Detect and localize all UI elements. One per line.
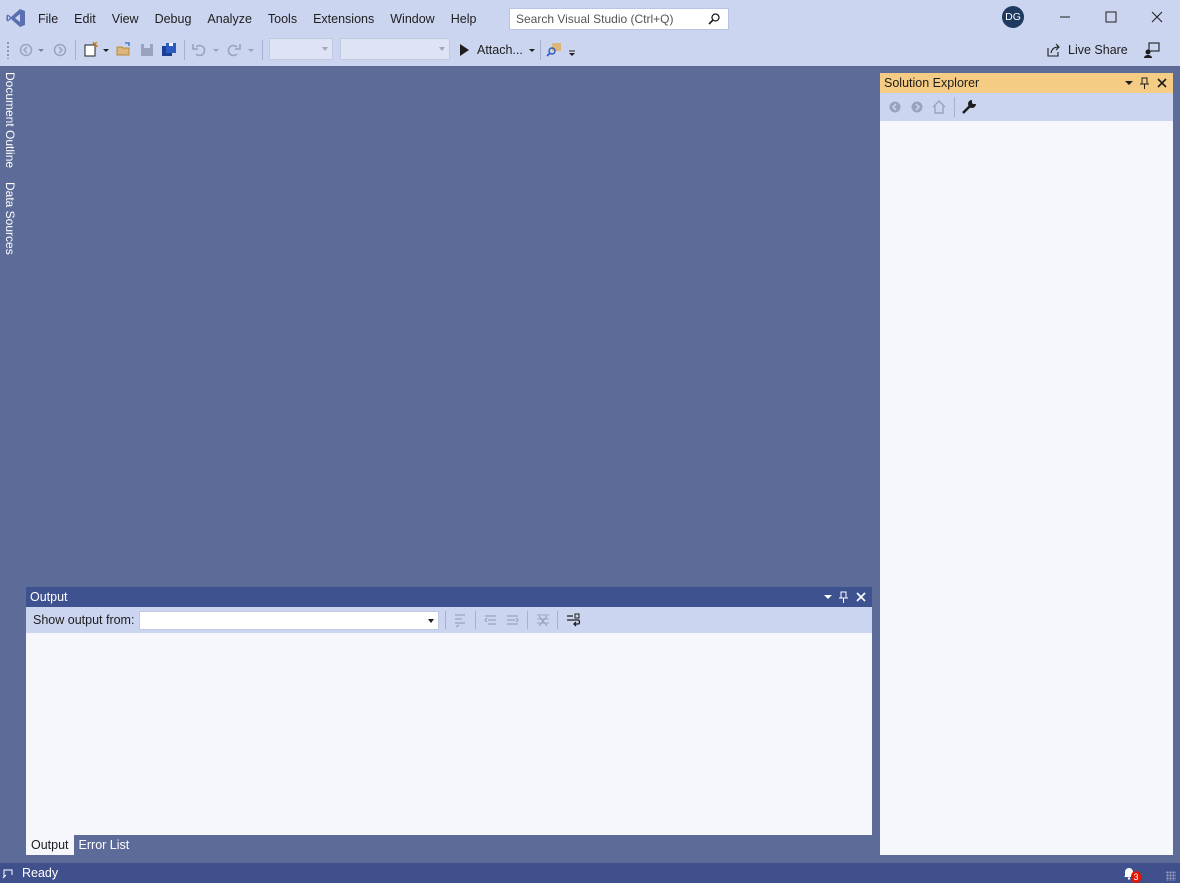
navigate-forward-icon[interactable]	[51, 41, 69, 59]
output-source-select[interactable]	[139, 611, 439, 630]
output-header: Output	[26, 587, 872, 607]
live-share-label: Live Share	[1068, 43, 1128, 57]
notifications-button[interactable]: 3	[1122, 865, 1146, 883]
back-icon[interactable]	[886, 98, 904, 116]
maximize-icon[interactable]	[1100, 6, 1122, 28]
close-icon[interactable]	[1155, 76, 1169, 90]
new-project-icon[interactable]	[82, 41, 100, 59]
resize-grip[interactable]	[1166, 871, 1176, 881]
tab-output[interactable]: Output	[26, 835, 74, 855]
toolbar-separator	[540, 40, 541, 60]
toolbar-separator	[262, 40, 263, 60]
menu-file[interactable]: File	[30, 10, 66, 28]
output-panel: Output Show output from:	[26, 587, 872, 835]
menu-analyze[interactable]: Analyze	[199, 10, 259, 28]
menu-debug[interactable]: Debug	[147, 10, 200, 28]
status-icon	[2, 869, 13, 879]
menu-edit[interactable]: Edit	[66, 10, 104, 28]
next-message-icon[interactable]	[504, 611, 522, 629]
output-title: Output	[30, 590, 68, 604]
redo-icon[interactable]	[225, 41, 243, 59]
find-in-files-icon[interactable]	[546, 41, 564, 59]
toolbar-separator	[184, 40, 185, 60]
attach-label: Attach...	[477, 43, 523, 57]
properties-wrench-icon[interactable]	[960, 98, 978, 116]
search-icon	[708, 13, 720, 25]
minimize-icon[interactable]	[1054, 6, 1076, 28]
toolbar-grip[interactable]	[6, 41, 10, 59]
live-share-button[interactable]: Live Share	[1046, 40, 1128, 60]
toolbar-separator	[475, 611, 476, 629]
menu-tools[interactable]: Tools	[260, 10, 305, 28]
undo-icon[interactable]	[190, 41, 208, 59]
window-position-icon[interactable]	[821, 590, 835, 604]
tab-document-outline[interactable]: Document Outline	[3, 72, 17, 168]
notification-count-badge: 3	[1131, 871, 1141, 883]
solution-explorer-header: Solution Explorer	[880, 73, 1173, 93]
title-bar: File Edit View Debug Analyze Tools Exten…	[0, 0, 1180, 36]
save-all-icon[interactable]	[160, 41, 178, 59]
status-bar: Ready 3	[0, 863, 1180, 883]
solution-explorer-title: Solution Explorer	[884, 76, 980, 90]
standard-toolbar: Attach... Live Share	[0, 36, 1180, 66]
pin-icon[interactable]	[837, 590, 851, 604]
clear-all-icon[interactable]	[534, 611, 552, 629]
chevron-down-icon[interactable]	[101, 41, 111, 59]
visual-studio-logo-icon[interactable]	[6, 8, 26, 28]
user-avatar[interactable]: DG	[1002, 6, 1024, 28]
menu-help[interactable]: Help	[443, 10, 485, 28]
chevron-down-icon[interactable]	[36, 41, 46, 59]
chevron-down-icon[interactable]	[211, 41, 221, 59]
menu-view[interactable]: View	[104, 10, 147, 28]
menu-extensions[interactable]: Extensions	[305, 10, 382, 28]
tab-error-list[interactable]: Error List	[74, 835, 135, 855]
output-toolbar: Show output from:	[26, 607, 872, 633]
solution-platform-select[interactable]	[340, 38, 450, 60]
solution-explorer-toolbar	[880, 93, 1173, 121]
previous-message-icon[interactable]	[482, 611, 500, 629]
close-window-icon[interactable]	[1146, 6, 1168, 28]
search-placeholder: Search Visual Studio (Ctrl+Q)	[516, 12, 674, 26]
home-icon[interactable]	[930, 98, 948, 116]
share-icon	[1047, 43, 1060, 57]
window-position-icon[interactable]	[1122, 76, 1136, 90]
toolbar-separator	[445, 611, 446, 629]
status-text: Ready	[22, 866, 59, 880]
search-input[interactable]: Search Visual Studio (Ctrl+Q)	[509, 8, 729, 30]
toggle-word-wrap-icon[interactable]	[564, 611, 582, 629]
menu-window[interactable]: Window	[382, 10, 442, 28]
close-icon[interactable]	[854, 590, 868, 604]
open-file-icon[interactable]	[115, 41, 133, 59]
chevron-down-icon[interactable]	[246, 41, 256, 59]
save-icon[interactable]	[138, 41, 156, 59]
solution-explorer-panel: Solution Explorer	[880, 73, 1173, 855]
find-message-in-code-icon[interactable]	[452, 611, 470, 629]
toolbar-options-icon[interactable]	[567, 41, 577, 59]
chevron-down-icon[interactable]	[527, 41, 537, 59]
menu-bar: File Edit View Debug Analyze Tools Exten…	[30, 10, 484, 28]
feedback-icon[interactable]	[1143, 41, 1161, 59]
left-tool-tabs: Document Outline Data Sources	[0, 66, 22, 266]
navigate-back-icon[interactable]	[17, 41, 35, 59]
toolbar-separator	[954, 97, 955, 117]
toolbar-separator	[557, 611, 558, 629]
pin-icon[interactable]	[1138, 76, 1152, 90]
forward-icon[interactable]	[908, 98, 926, 116]
tab-data-sources[interactable]: Data Sources	[3, 182, 17, 255]
solution-configuration-select[interactable]	[269, 38, 333, 60]
show-output-from-label: Show output from:	[33, 613, 135, 627]
toolbar-separator	[75, 40, 76, 60]
bottom-tool-tabs: Output Error List	[26, 835, 134, 855]
toolbar-separator	[527, 611, 528, 629]
play-icon	[460, 44, 469, 56]
attach-button[interactable]: Attach...	[460, 40, 537, 60]
